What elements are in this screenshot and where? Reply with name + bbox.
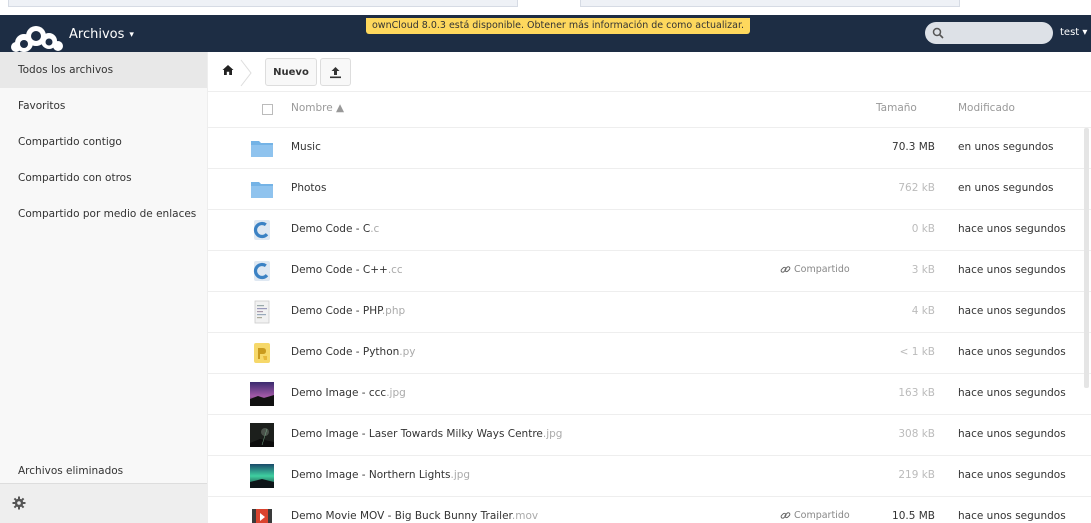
file-modified: hace unos segundos bbox=[958, 387, 1066, 399]
table-row[interactable]: Photos 762 kB en unos segundos bbox=[208, 169, 1091, 210]
gear-icon bbox=[12, 496, 26, 510]
sidebar-item-favorites[interactable]: Favoritos bbox=[0, 88, 207, 124]
sidebar-item-label: Favoritos bbox=[18, 100, 66, 112]
table-row[interactable]: Demo Code - C.c 0 kB hace unos segundos bbox=[208, 210, 1091, 251]
file-name[interactable]: Music bbox=[291, 141, 321, 153]
file-modified: en unos segundos bbox=[958, 182, 1054, 194]
browser-tab bbox=[580, 0, 960, 7]
new-button[interactable]: Nuevo bbox=[265, 58, 317, 86]
file-modified: hace unos segundos bbox=[958, 264, 1066, 276]
search-icon bbox=[932, 27, 944, 39]
file-name[interactable]: Demo Code - PHP.php bbox=[291, 305, 405, 317]
select-all-checkbox[interactable] bbox=[262, 104, 273, 115]
home-icon[interactable] bbox=[222, 64, 234, 76]
column-size[interactable]: Tamaño bbox=[876, 102, 917, 114]
table-row[interactable]: Demo Code - C++.cc Compartido 3 kB hace … bbox=[208, 251, 1091, 292]
php-file-icon bbox=[254, 300, 270, 324]
file-name[interactable]: Demo Movie MOV - Big Buck Bunny Trailer.… bbox=[291, 510, 538, 522]
file-list-header: Nombre ▲ Tamaño Modificado bbox=[208, 92, 1091, 128]
sidebar-item-label: Archivos eliminados bbox=[18, 465, 124, 477]
file-name[interactable]: Demo Image - ccc.jpg bbox=[291, 387, 406, 399]
scrollbar[interactable] bbox=[1084, 128, 1089, 388]
file-name[interactable]: Demo Image - Laser Towards Milky Ways Ce… bbox=[291, 428, 562, 440]
file-modified: hace unos segundos bbox=[958, 305, 1066, 317]
column-name[interactable]: Nombre ▲ bbox=[291, 102, 344, 114]
file-modified: en unos segundos bbox=[958, 141, 1054, 153]
c-file-icon bbox=[253, 220, 271, 240]
breadcrumb-separator bbox=[240, 59, 252, 87]
sidebar-item-shared-by-link[interactable]: Compartido por medio de enlaces bbox=[0, 196, 207, 232]
table-row[interactable]: Demo Movie MOV - Big Buck Bunny Trailer.… bbox=[208, 497, 1091, 523]
file-name[interactable]: Demo Code - C++.cc bbox=[291, 264, 403, 276]
python-file-icon bbox=[254, 343, 270, 363]
file-size: 762 kB bbox=[898, 182, 935, 194]
file-name[interactable]: Demo Image - Northern Lights.jpg bbox=[291, 469, 470, 481]
upload-button[interactable] bbox=[320, 58, 351, 86]
search-box[interactable] bbox=[925, 22, 1053, 44]
link-icon bbox=[780, 266, 791, 273]
table-row[interactable]: Demo Image - Laser Towards Milky Ways Ce… bbox=[208, 415, 1091, 456]
file-size: 308 kB bbox=[898, 428, 935, 440]
table-row[interactable]: Demo Code - Python.py < 1 kB hace unos s… bbox=[208, 333, 1091, 374]
sidebar-item-label: Compartido con otros bbox=[18, 172, 132, 184]
folder-icon bbox=[251, 141, 273, 157]
sidebar-item-label: Todos los archivos bbox=[18, 64, 114, 76]
share-button[interactable]: Compartido bbox=[780, 264, 850, 275]
file-size: 219 kB bbox=[898, 469, 935, 481]
file-modified: hace unos segundos bbox=[958, 510, 1066, 522]
controls-bar: Nuevo bbox=[208, 52, 1091, 92]
file-size: 163 kB bbox=[898, 387, 935, 399]
file-name[interactable]: Photos bbox=[291, 182, 326, 194]
video-file-icon bbox=[252, 509, 272, 523]
sidebar-item-shared-with-others[interactable]: Compartido con otros bbox=[0, 160, 207, 196]
image-thumbnail bbox=[250, 464, 274, 488]
browser-strip bbox=[0, 0, 1091, 15]
table-row[interactable]: Demo Image - Northern Lights.jpg 219 kB … bbox=[208, 456, 1091, 497]
table-row[interactable]: Demo Image - ccc.jpg 163 kB hace unos se… bbox=[208, 374, 1091, 415]
file-modified: hace unos segundos bbox=[958, 428, 1066, 440]
chevron-down-icon: ▾ bbox=[129, 29, 134, 40]
browser-tab bbox=[8, 0, 518, 7]
app-menu[interactable]: Archivos ▾ bbox=[69, 27, 134, 42]
file-modified: hace unos segundos bbox=[958, 346, 1066, 358]
share-button[interactable]: Compartido bbox=[780, 510, 850, 521]
update-notice[interactable]: ownCloud 8.0.3 está disponible. Obtener … bbox=[366, 18, 751, 34]
file-modified: hace unos segundos bbox=[958, 469, 1066, 481]
sidebar: Todos los archivos Favoritos Compartido … bbox=[0, 52, 208, 523]
settings-button[interactable] bbox=[0, 483, 207, 523]
file-size: 0 kB bbox=[911, 223, 935, 235]
image-thumbnail bbox=[250, 423, 274, 447]
file-modified: hace unos segundos bbox=[958, 223, 1066, 235]
table-row[interactable]: Music 70.3 MB en unos segundos bbox=[208, 128, 1091, 169]
cpp-file-icon bbox=[253, 261, 271, 281]
owncloud-logo-icon[interactable] bbox=[10, 24, 66, 54]
share-label: Compartido bbox=[794, 510, 850, 521]
file-size: 70.3 MB bbox=[892, 141, 935, 153]
share-label: Compartido bbox=[794, 264, 850, 275]
file-name[interactable]: Demo Code - C.c bbox=[291, 223, 379, 235]
app-name: Archivos bbox=[69, 27, 125, 42]
column-modified[interactable]: Modificado bbox=[958, 102, 1015, 114]
sidebar-item-label: Compartido contigo bbox=[18, 136, 122, 148]
folder-icon bbox=[251, 182, 273, 198]
search-input[interactable] bbox=[949, 24, 1047, 42]
sidebar-item-shared-with-you[interactable]: Compartido contigo bbox=[0, 124, 207, 160]
file-size: 3 kB bbox=[911, 264, 935, 276]
table-row[interactable]: Demo Code - PHP.php 4 kB hace unos segun… bbox=[208, 292, 1091, 333]
image-thumbnail bbox=[250, 382, 274, 406]
user-menu[interactable]: test ▾ bbox=[1060, 27, 1087, 38]
new-button-label: Nuevo bbox=[273, 66, 309, 78]
link-icon bbox=[780, 512, 791, 519]
sidebar-item-label: Compartido por medio de enlaces bbox=[18, 208, 197, 220]
file-size: < 1 kB bbox=[899, 346, 935, 358]
sidebar-item-all-files[interactable]: Todos los archivos bbox=[0, 52, 207, 88]
upload-icon bbox=[330, 66, 341, 78]
file-size: 10.5 MB bbox=[892, 510, 935, 522]
file-name[interactable]: Demo Code - Python.py bbox=[291, 346, 416, 358]
file-size: 4 kB bbox=[911, 305, 935, 317]
